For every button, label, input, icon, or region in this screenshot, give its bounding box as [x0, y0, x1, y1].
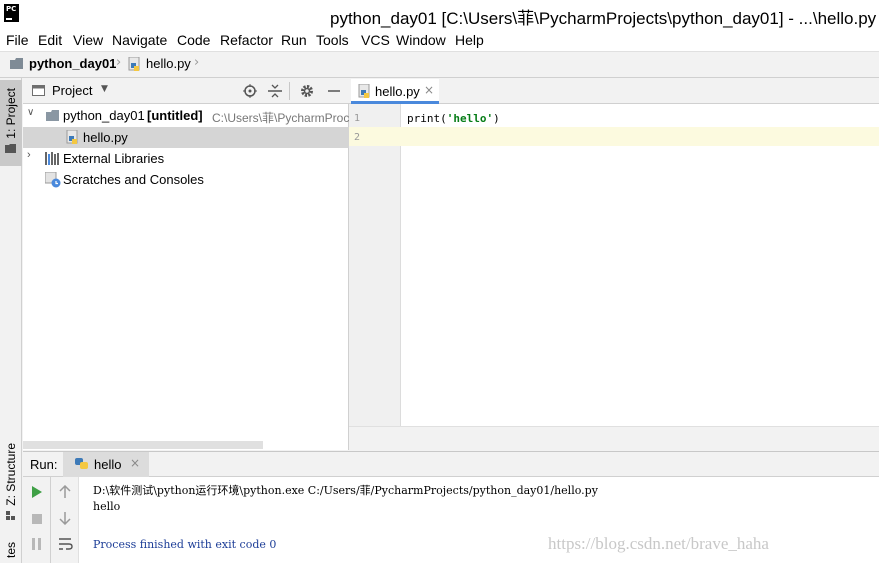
root-folder-name: python_day01	[63, 108, 145, 123]
console-exit-message: Process finished with exit code 0	[93, 538, 277, 551]
folder-icon	[5, 144, 16, 153]
run-panel-header: Run: hello ×	[23, 451, 879, 477]
current-line-highlight	[349, 127, 879, 146]
tree-item-scratches[interactable]: Scratches and Consoles	[23, 169, 349, 190]
chevron-right-icon[interactable]: ›	[27, 149, 31, 161]
folder-icon	[46, 110, 59, 121]
rerun-icon[interactable]	[31, 486, 43, 498]
tree-item-external-libraries[interactable]: › External Libraries	[23, 148, 349, 169]
code-editor[interactable]	[401, 104, 879, 426]
menu-tools[interactable]: Tools	[316, 32, 349, 48]
code-paren: )	[493, 112, 500, 125]
gear-icon[interactable]	[300, 84, 314, 98]
line-number: 2	[354, 132, 361, 143]
python-icon	[75, 458, 88, 469]
menu-help[interactable]: Help	[455, 32, 484, 48]
horizontal-scrollbar[interactable]	[23, 441, 263, 449]
locate-target-icon[interactable]	[243, 84, 257, 98]
chevron-right-icon: ›	[194, 55, 200, 70]
scratches-icon	[45, 172, 61, 188]
menu-run[interactable]: Run	[281, 32, 307, 48]
structure-icon	[6, 511, 15, 520]
stop-icon[interactable]	[31, 513, 43, 525]
console-command: D:\软件测试\python运行环境\python.exe C:/Users/菲…	[93, 484, 598, 497]
breadcrumb: python_day01 › hello.py ›	[0, 52, 879, 78]
run-tab-label: hello	[94, 457, 122, 472]
project-panel-header: Project ▼	[23, 79, 349, 104]
tab-hello-py[interactable]: hello.py ×	[351, 79, 439, 104]
close-icon[interactable]: ×	[424, 83, 434, 97]
code-function: print	[407, 112, 441, 125]
project-view-icon	[32, 85, 45, 96]
python-file-icon	[358, 84, 370, 98]
scratches-label: Scratches and Consoles	[63, 172, 204, 187]
tree-item-hello-py[interactable]: hello.py	[23, 127, 349, 148]
code-line-1[interactable]: print('hello')	[407, 112, 500, 125]
python-file-icon	[128, 57, 140, 71]
file-name: hello.py	[83, 130, 128, 145]
menu-view[interactable]: View	[73, 32, 103, 48]
close-icon[interactable]: ×	[130, 456, 140, 470]
chevron-down-icon[interactable]: ∨	[27, 107, 34, 118]
menu-window[interactable]: Window	[396, 32, 446, 48]
breadcrumb-project[interactable]: python_day01	[29, 56, 116, 71]
project-tab-label: 1: Project	[4, 88, 18, 139]
tree-item-root[interactable]: ∨ python_day01 [untitled] C:\Users\菲\Pyc…	[23, 106, 349, 127]
menu-refactor[interactable]: Refactor	[220, 32, 273, 48]
arrow-down-icon[interactable]	[59, 511, 71, 525]
line-number-gutter	[349, 104, 401, 426]
chevron-right-icon: ›	[116, 55, 122, 70]
pycharm-logo-icon: PC	[4, 4, 19, 22]
window-title: python_day01 [C:\Users\菲\PycharmProjects…	[330, 9, 879, 28]
watermark-text: https://blog.csdn.net/brave_haha	[548, 534, 769, 553]
tab-label: hello.py	[375, 84, 420, 99]
menu-file[interactable]: File	[6, 32, 29, 48]
menu-bar: File Edit View Navigate Code Refactor Ru…	[0, 30, 879, 52]
structure-tool-tab[interactable]: Z: Structure	[0, 443, 22, 523]
menu-vcs[interactable]: VCS	[361, 32, 390, 48]
menu-edit[interactable]: Edit	[38, 32, 62, 48]
project-view-selector[interactable]: Project	[52, 83, 92, 98]
run-label: Run:	[30, 457, 58, 472]
code-paren: (	[440, 112, 447, 125]
console-stdout: hello	[93, 500, 121, 513]
menu-code[interactable]: Code	[177, 32, 210, 48]
project-tool-tab[interactable]: 1: Project	[0, 80, 22, 166]
external-libraries-label: External Libraries	[63, 151, 165, 166]
menu-navigate[interactable]: Navigate	[112, 32, 167, 48]
root-folder-path: C:\Users\菲\PycharmProc	[212, 111, 349, 125]
run-tab-hello[interactable]: hello ×	[63, 452, 149, 477]
folder-icon	[10, 58, 23, 69]
logo-text: PC	[6, 5, 17, 13]
python-file-icon	[66, 130, 78, 144]
code-string: 'hello'	[446, 112, 494, 125]
project-tree: ∨ python_day01 [untitled] C:\Users\菲\Pyc…	[23, 104, 349, 450]
title-bar: PC python_day01 [C:\Users\菲\PycharmProje…	[0, 0, 879, 30]
editor-bottom-area	[349, 426, 879, 450]
library-icon	[45, 152, 59, 165]
arrow-up-icon[interactable]	[59, 485, 71, 499]
left-tool-stripe: 1: Project Z: Structure tes	[0, 78, 22, 563]
dropdown-arrow-icon[interactable]: ▼	[101, 84, 108, 94]
root-folder-tag: [untitled]	[147, 108, 203, 123]
breadcrumb-file[interactable]: hello.py	[146, 56, 191, 71]
run-toolbar	[23, 477, 51, 563]
soft-wrap-icon[interactable]	[58, 537, 73, 551]
hide-panel-icon[interactable]	[327, 84, 341, 98]
favorites-tab-label: tes	[4, 542, 18, 559]
collapse-all-icon[interactable]	[268, 84, 282, 98]
line-number: 1	[354, 113, 361, 124]
run-toolbar-secondary	[51, 477, 79, 563]
pause-icon[interactable]	[31, 538, 43, 550]
favorites-tool-tab[interactable]: tes	[0, 540, 22, 563]
structure-tab-label: Z: Structure	[4, 443, 18, 506]
